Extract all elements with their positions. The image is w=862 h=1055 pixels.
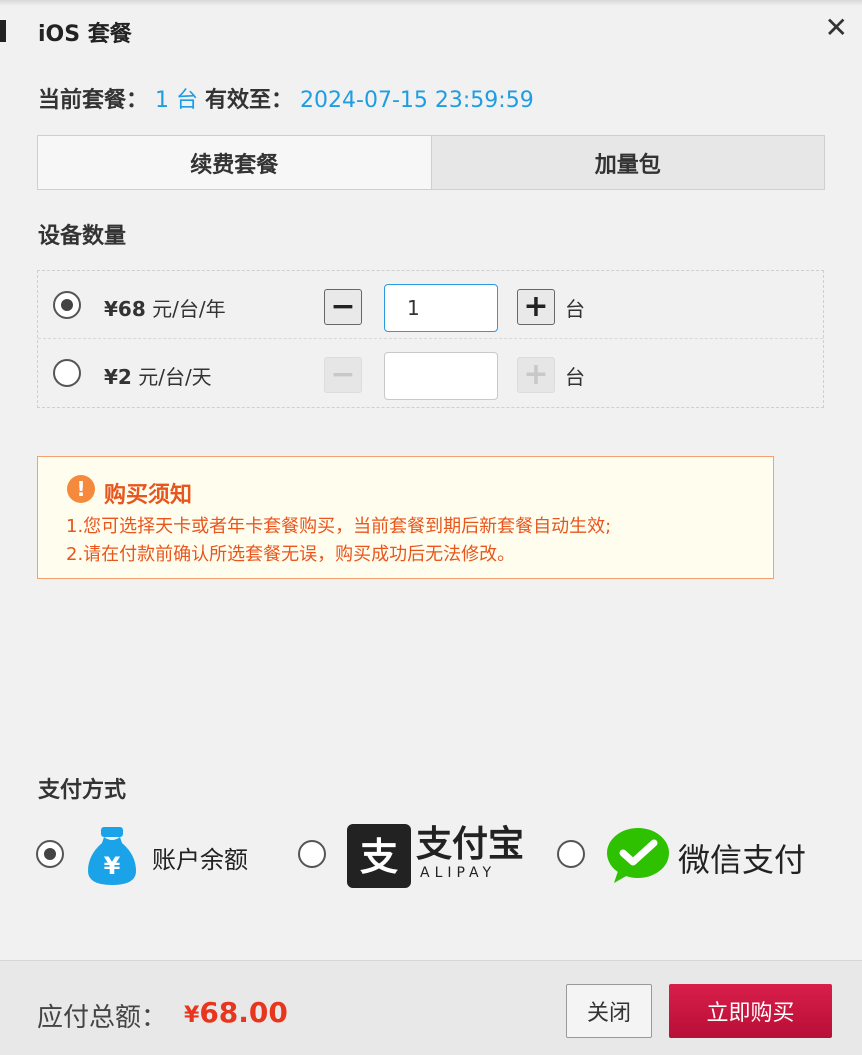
alipay-logo-char: 支 xyxy=(360,835,398,879)
yearly-plus-button[interactable]: + xyxy=(517,289,555,325)
warning-icon: ! xyxy=(67,475,95,503)
total-label: 应付总额： xyxy=(37,1003,168,1033)
alipay-label[interactable]: 支付宝 xyxy=(416,825,524,865)
yearly-price: ¥68 元/台/年 xyxy=(104,293,226,322)
balance-radio[interactable] xyxy=(36,840,64,868)
valid-until-value: 2024-07-15 23:59:59 xyxy=(300,88,534,113)
dialog-title: iOS 套餐 xyxy=(38,22,132,47)
close-button[interactable]: 关闭 xyxy=(566,984,652,1038)
payment-method-label: 支付方式 xyxy=(38,778,127,803)
daily-price-value: ¥2 xyxy=(104,365,132,389)
daily-quantity-unit: 台 xyxy=(565,365,585,389)
current-plan-devices: 1 台 xyxy=(155,88,199,113)
yearly-quantity-input[interactable] xyxy=(384,284,498,332)
wechat-radio[interactable] xyxy=(557,840,585,868)
notice-line-1: 1.您可选择天卡或者年卡套餐购买，当前套餐到期后新套餐自动生效; xyxy=(66,516,612,537)
notice-line-2: 2.请在付款前确认所选套餐无误，购买成功后无法修改。 xyxy=(66,544,516,565)
money-bag-icon: ¥ xyxy=(88,827,136,885)
buy-now-button[interactable]: 立即购买 xyxy=(669,984,832,1038)
balance-label[interactable]: 账户余额 xyxy=(152,840,248,875)
yearly-price-value: ¥68 xyxy=(104,297,146,321)
dialog-footer: 应付总额： ¥68.00 关闭 立即购买 xyxy=(0,960,862,1055)
wechat-pay-logo[interactable] xyxy=(606,827,670,885)
notice-title: 购买须知 xyxy=(104,483,193,508)
purchase-notice: ! 购买须知 1.您可选择天卡或者年卡套餐购买，当前套餐到期后新套餐自动生效; … xyxy=(37,456,774,579)
close-icon[interactable]: ✕ xyxy=(825,12,848,44)
payment-methods: ¥ 账户余额 支 支付宝 ALIPAY 微信支付 xyxy=(0,815,862,895)
yearly-radio[interactable] xyxy=(53,291,81,319)
option-yearly: ¥68 元/台/年 − + 台 xyxy=(38,271,823,339)
tab-addon[interactable]: 加量包 xyxy=(430,136,824,189)
alipay-logo[interactable]: 支 xyxy=(347,824,411,888)
wechat-pay-label[interactable]: 微信支付 xyxy=(678,835,806,881)
alipay-logo-mark: 支 xyxy=(360,835,398,879)
yearly-minus-button[interactable]: − xyxy=(324,289,362,325)
device-count-label: 设备数量 xyxy=(38,224,127,249)
total-amount: ¥68.00 xyxy=(184,996,288,1029)
device-options: ¥68 元/台/年 − + 台 ¥2 元/台/天 − + 台 xyxy=(37,270,824,408)
current-plan-label: 当前套餐： xyxy=(38,88,149,113)
daily-price-unit: 元/台/天 xyxy=(138,365,212,389)
money-bag-yen: ¥ xyxy=(104,852,121,880)
title-accent-bar xyxy=(0,20,6,42)
daily-minus-button[interactable]: − xyxy=(324,357,362,393)
dialog-top-shadow xyxy=(0,0,862,6)
tab-renew[interactable]: 续费套餐 xyxy=(38,136,431,189)
current-plan-info: 当前套餐： 1 台 有效至： 2024-07-15 23:59:59 xyxy=(38,82,534,114)
total-amount-value: 68.00 xyxy=(199,996,288,1029)
daily-quantity-input[interactable] xyxy=(384,352,498,400)
daily-price: ¥2 元/台/天 xyxy=(104,361,212,390)
alipay-radio[interactable] xyxy=(298,840,326,868)
daily-plus-button[interactable]: + xyxy=(517,357,555,393)
dialog-title-bar: iOS 套餐 ✕ xyxy=(0,10,862,50)
total-currency: ¥ xyxy=(184,1003,200,1028)
alipay-sublabel: ALIPAY xyxy=(420,865,497,881)
valid-until-label: 有效至： xyxy=(205,88,294,113)
plan-tabs: 续费套餐 加量包 xyxy=(37,135,825,190)
yearly-quantity-unit: 台 xyxy=(565,297,585,321)
option-daily: ¥2 元/台/天 − + 台 xyxy=(38,339,823,407)
daily-radio[interactable] xyxy=(53,359,81,387)
yearly-price-unit: 元/台/年 xyxy=(152,297,226,321)
